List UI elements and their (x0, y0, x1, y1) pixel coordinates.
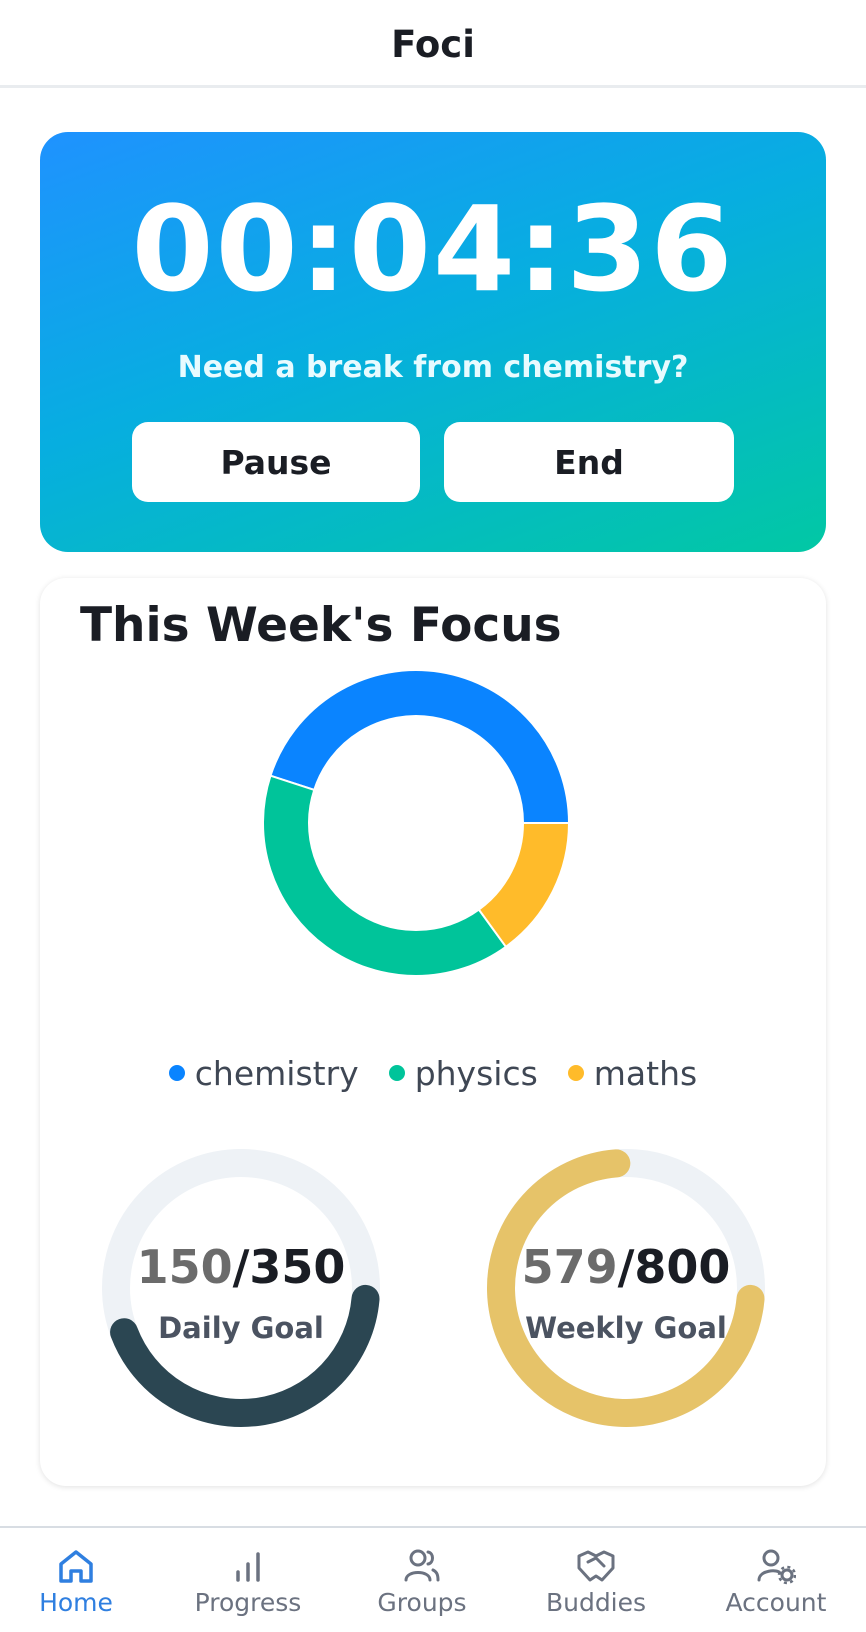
svg-text:150/350: 150/350 (137, 1240, 346, 1294)
pause-button[interactable]: Pause (132, 422, 420, 502)
nav-item-progress[interactable]: Progress (172, 1528, 324, 1632)
legend-label: chemistry (194, 1053, 359, 1093)
nav-label-home: Home (39, 1588, 113, 1617)
legend-dot (388, 1065, 405, 1081)
timer-card: 00:04:36 Need a break from chemistry? Pa… (40, 132, 826, 552)
daily-goal-label: Daily Goal (158, 1311, 324, 1345)
donut-slice-physics (262, 774, 508, 977)
legend-item-chemistry: chemistry (168, 1053, 359, 1093)
bar-chart-icon (236, 1552, 260, 1582)
nav-label-account: Account (725, 1588, 827, 1617)
legend-label: physics (414, 1053, 538, 1093)
weekly-focus-card: This Week's Focus chemistry physics math… (40, 578, 826, 1486)
handshake-icon (577, 1550, 615, 1582)
weekly-goal-label: Weekly Goal (525, 1311, 727, 1345)
svg-text:579/800: 579/800 (522, 1240, 731, 1294)
daily-goal-current: 150 (137, 1240, 233, 1294)
goals-panel: 150/350 Daily Goal 579/800 Weekly Goal (102, 1149, 765, 1427)
nav-label-groups: Groups (377, 1588, 467, 1617)
end-button[interactable]: End (444, 422, 734, 502)
bottom-nav: Home Progress Groups Buddies Account (0, 1526, 866, 1632)
nav-item-home[interactable]: Home (0, 1528, 152, 1632)
nav-label-buddies: Buddies (545, 1588, 647, 1617)
home-icon (59, 1550, 93, 1583)
legend-label: maths (593, 1053, 698, 1093)
weekly-goal-current: 579 (522, 1240, 618, 1294)
nav-item-buddies[interactable]: Buddies (520, 1528, 672, 1632)
legend-dot (567, 1065, 584, 1081)
chart-legend: chemistry physics maths (40, 1048, 826, 1098)
donut-slice-chemistry (269, 669, 571, 824)
app-header: Foci (0, 0, 866, 88)
legend-item-maths: maths (567, 1053, 698, 1093)
legend-item-physics: physics (388, 1053, 538, 1093)
nav-item-groups[interactable]: Groups (346, 1528, 498, 1632)
user-settings-icon (757, 1549, 796, 1585)
daily-goal-ring: 150/350 Daily Goal (102, 1149, 380, 1427)
focus-donut-chart (262, 669, 571, 977)
nav-label-progress: Progress (194, 1588, 302, 1617)
legend-dot (168, 1065, 185, 1081)
nav-item-account[interactable]: Account (700, 1528, 852, 1632)
timer-display: 00:04:36 (131, 180, 735, 318)
users-icon (404, 1549, 440, 1582)
weekly-goal-ring: 579/800 Weekly Goal (487, 1149, 765, 1427)
app-title: Foci (391, 23, 475, 66)
break-prompt: Need a break from chemistry? (177, 350, 689, 385)
weekly-goal-total: /800 (618, 1240, 731, 1294)
daily-goal-total: /350 (233, 1240, 346, 1294)
donut-slice-maths (477, 822, 571, 949)
